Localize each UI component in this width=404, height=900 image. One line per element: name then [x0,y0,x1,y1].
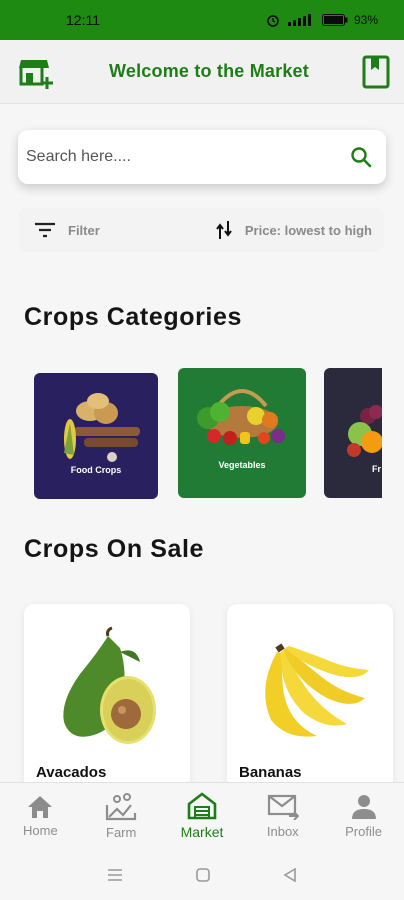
nav-item-inbox[interactable]: Inbox [243,794,323,839]
filter-icon [35,222,55,238]
category-card-fruits[interactable]: Fr [324,368,382,498]
category-label: Fr [372,464,381,474]
nav-item-profile[interactable]: Profile [324,794,404,839]
inbox-icon [267,794,299,820]
nav-label: Profile [345,823,382,839]
filter-bar: Filter Price: lowest to high [18,208,384,252]
fruits-image [347,405,382,457]
nav-label: Home [23,822,58,838]
home-icon [28,795,53,818]
status-icons: 93% [266,13,378,27]
bottom-navigation: Home Farm Market Inbox Profile [0,782,404,849]
home-button-icon[interactable] [196,868,210,882]
product-card-avocados[interactable]: Avacados [24,604,190,794]
back-icon[interactable] [283,868,297,882]
nav-item-market[interactable]: Market [162,792,242,840]
product-card-bananas[interactable]: Bananas [227,604,393,794]
filter-label: Filter [68,222,100,238]
system-navigation-bar [0,850,404,900]
add-store-icon[interactable] [18,55,56,89]
on-sale-heading: Crops On Sale [24,535,205,563]
categories-carousel[interactable]: Food Crops Vegetables Fr [0,366,382,502]
product-name: Bananas [239,764,302,781]
search-input[interactable] [24,147,308,167]
filter-button[interactable]: Filter [34,222,100,238]
nav-label: Inbox [266,823,299,839]
search-icon[interactable] [350,146,372,168]
battery-percent: 93% [353,13,378,27]
sort-label: Price: lowest to high [244,222,372,238]
status-bar: 12:11 93% [0,0,404,40]
market-icon [187,792,217,820]
nav-item-home[interactable]: Home [0,795,80,838]
battery-icon [321,14,348,26]
avocado-image [63,626,156,744]
categories-heading: Crops Categories [24,303,242,331]
vegetables-image [197,389,285,445]
nav-label: Farm [106,824,137,840]
status-time: 12:11 [66,12,100,28]
category-card-vegetables[interactable]: Vegetables [178,368,306,498]
product-name: Avacados [36,764,107,781]
sort-icon [216,221,232,239]
app-header: Welcome to the Market [0,40,404,104]
food-crops-image [64,393,140,462]
category-label: Food Crops [70,465,122,475]
alarm-icon [267,15,279,27]
bookmark-icon[interactable] [362,55,390,89]
menu-icon[interactable] [107,868,123,882]
category-card-food-crops[interactable]: Food Crops [34,373,158,499]
profile-icon [351,794,376,819]
search-bar [18,130,386,184]
category-label: Vegetables [218,460,266,470]
signal-icon [287,14,311,26]
farm-icon [106,792,137,820]
bananas-image [265,643,369,737]
nav-label: Market [180,824,224,840]
sort-button[interactable]: Price: lowest to high [215,220,372,240]
nav-item-farm[interactable]: Farm [81,792,161,840]
page-title: Welcome to the Market [109,61,309,81]
